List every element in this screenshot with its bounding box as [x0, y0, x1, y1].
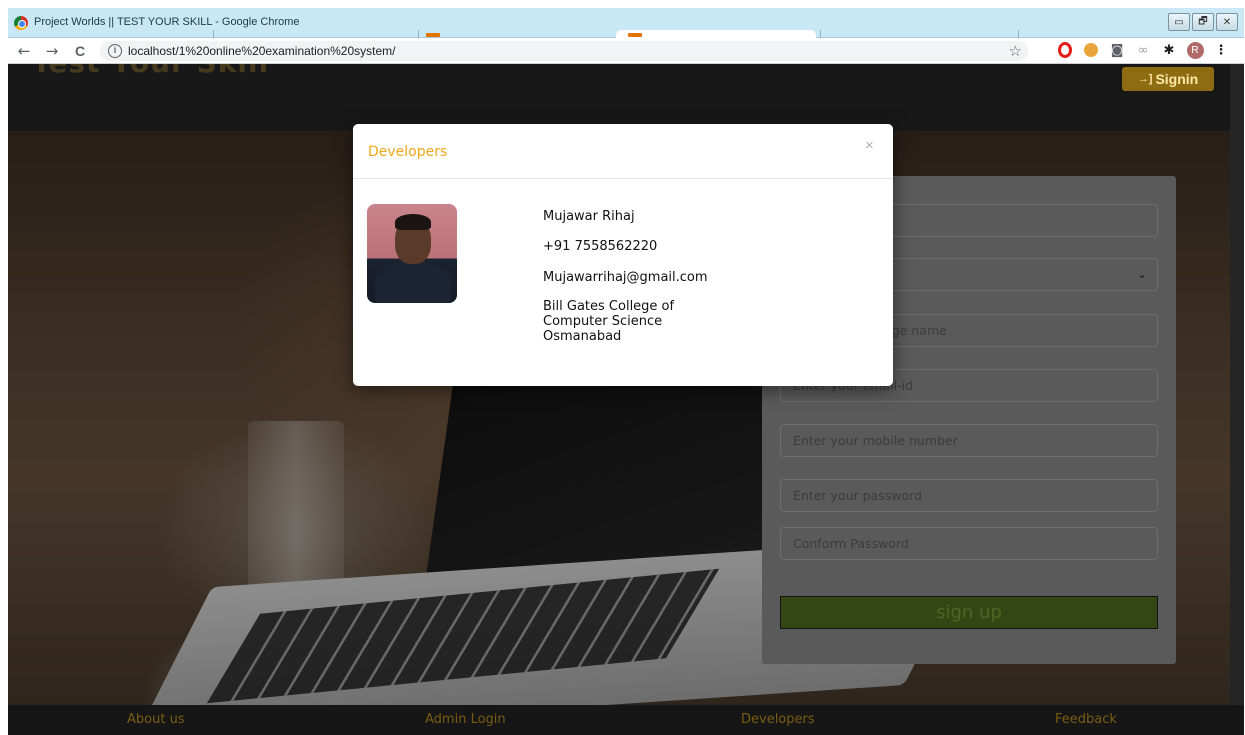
- info-icon[interactable]: i: [108, 44, 122, 58]
- camera-icon[interactable]: ◙: [1108, 41, 1126, 59]
- tab-divider: [213, 30, 214, 38]
- chrome-icon: [14, 16, 28, 30]
- restore-button[interactable]: 🗗: [1192, 13, 1214, 31]
- close-window-button[interactable]: ✕: [1216, 13, 1238, 31]
- close-icon[interactable]: ×: [865, 137, 874, 154]
- back-button[interactable]: ←: [14, 41, 34, 61]
- footer-developers-link[interactable]: Developers: [741, 712, 815, 727]
- tab-divider: [1018, 30, 1019, 38]
- tab-divider: [820, 30, 821, 38]
- developer-phone: +91 7558562220: [543, 239, 658, 254]
- browser-window: Project Worlds || TEST YOUR SKILL - Goog…: [8, 8, 1244, 735]
- minimize-button[interactable]: ▭: [1168, 13, 1190, 31]
- signin-button[interactable]: →] Signin: [1122, 67, 1214, 91]
- kebab-menu-icon[interactable]: ⋮: [1212, 41, 1230, 59]
- modal-title: Developers: [368, 144, 448, 160]
- tab-active[interactable]: [616, 30, 816, 38]
- window-title: Project Worlds || TEST YOUR SKILL - Goog…: [34, 16, 300, 28]
- forward-button[interactable]: →: [42, 41, 62, 61]
- developer-college: Bill Gates College of Computer Science O…: [543, 299, 675, 344]
- cookie-icon[interactable]: [1082, 41, 1100, 59]
- opera-icon[interactable]: [1056, 41, 1074, 59]
- extension-icon[interactable]: ∞: [1134, 41, 1152, 59]
- reload-button[interactable]: C: [70, 41, 90, 61]
- url-text[interactable]: localhost/1%20online%20examination%20sys…: [128, 44, 396, 58]
- footer-admin-login-link[interactable]: Admin Login: [425, 712, 506, 727]
- signin-label: Signin: [1155, 71, 1199, 87]
- bookmark-star-icon[interactable]: ☆: [1009, 42, 1022, 60]
- profile-avatar[interactable]: R: [1186, 41, 1204, 59]
- signin-icon: →]: [1137, 73, 1153, 85]
- window-controls: ▭ 🗗 ✕: [1168, 13, 1238, 31]
- tab-favicon: [426, 33, 440, 37]
- developer-photo: [367, 204, 457, 303]
- developers-modal: Developers × Mujawar Rihaj +91 755856222…: [353, 124, 893, 386]
- extensions-bar: ◙ ∞ ✱ R ⋮: [1056, 41, 1230, 59]
- title-bar: Project Worlds || TEST YOUR SKILL - Goog…: [8, 8, 1244, 38]
- tab-favicon: [628, 33, 642, 37]
- site-footer: About us Admin Login Developers Feedback: [8, 705, 1244, 735]
- puzzle-icon[interactable]: ✱: [1160, 41, 1178, 59]
- tab-strip: [8, 30, 1168, 38]
- page-viewport: Test Your Skill ⌄ Enter your college nam…: [8, 64, 1244, 735]
- footer-about-link[interactable]: About us: [127, 712, 185, 727]
- tab-divider: [418, 30, 419, 38]
- address-bar[interactable]: i localhost/1%20online%20examination%20s…: [100, 41, 1028, 61]
- modal-header: Developers ×: [353, 124, 893, 179]
- developer-name: Mujawar Rihaj: [543, 209, 635, 224]
- developer-email: Mujawarrihaj@gmail.com: [543, 270, 708, 285]
- footer-feedback-link[interactable]: Feedback: [1055, 712, 1117, 727]
- browser-toolbar: ← → C i localhost/1%20online%20examinati…: [8, 38, 1244, 64]
